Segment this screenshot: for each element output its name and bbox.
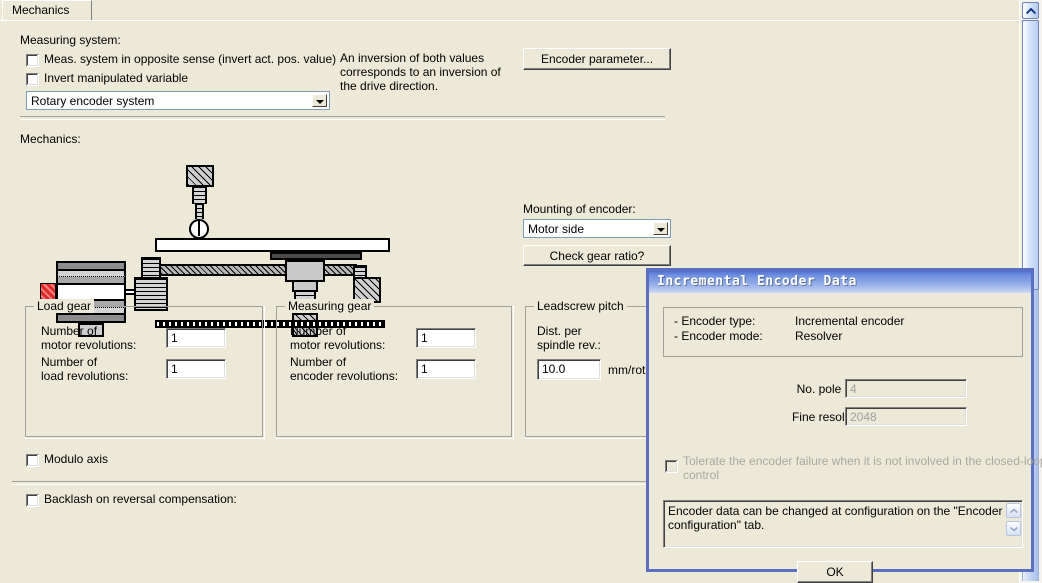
- diagram-carriage-plate: [270, 252, 362, 260]
- leadscrew-pitch-input[interactable]: 10.0: [537, 359, 601, 380]
- checkbox-backlash-compensation[interactable]: [26, 494, 39, 507]
- load-gear-motor-rev-label-line2: motor revolutions:: [41, 338, 137, 352]
- dialog-title-text: Incremental Encoder Data: [657, 274, 857, 289]
- checkbox-invert-manipulated-variable[interactable]: [26, 73, 39, 86]
- load-gear-load-rev-value: 1: [171, 362, 178, 376]
- incremental-encoder-data-dialog: Incremental Encoder Data - Encoder type:…: [646, 268, 1042, 583]
- group-load-gear: Load gear Number of motor revolutions: 1…: [25, 299, 265, 439]
- group-load-gear-title: Load gear: [34, 299, 95, 313]
- dialog-title-bar[interactable]: Incremental Encoder Data: [649, 271, 1031, 293]
- chevron-up-icon: [1026, 7, 1035, 14]
- measuring-gear-encoder-rev-input[interactable]: 1: [416, 359, 476, 379]
- check-gear-ratio-button[interactable]: Check gear ratio?: [523, 245, 671, 266]
- message-scroll-down-button[interactable]: [1006, 521, 1021, 536]
- diagram-motor-top: [56, 261, 126, 271]
- diagram-spindle-nut: [285, 260, 325, 282]
- measuring-gear-encoder-rev-value: 1: [421, 362, 428, 376]
- encoder-system-combo-value: Rotary encoder system: [31, 94, 155, 108]
- group-leadscrew-pitch-title: Leadscrew pitch: [534, 299, 627, 313]
- ok-button[interactable]: OK: [797, 561, 873, 583]
- checkbox-tolerate-encoder-failure-label-line1: Tolerate the encoder failure when it is …: [683, 454, 1042, 468]
- inversion-note: An inversion of both values corresponds …: [340, 51, 501, 93]
- load-gear-load-rev-input[interactable]: 1: [166, 359, 226, 379]
- leadscrew-pitch-unit: mm/rot: [608, 363, 646, 377]
- diagram-gear-small: [141, 257, 161, 277]
- load-gear-motor-rev-value: 1: [171, 331, 178, 345]
- checkbox-tolerate-encoder-failure: [665, 460, 678, 473]
- leadscrew-dist-label-line1: Dist. per: [537, 324, 582, 338]
- pole-pairs-input: 4: [845, 379, 967, 398]
- diagram-sensor-thread-2: [195, 204, 204, 219]
- ok-button-label: OK: [826, 565, 844, 579]
- checkbox-modulo-axis[interactable]: [26, 454, 39, 467]
- diagram-table: [155, 238, 390, 252]
- leadscrew-dist-label-line2: spindle rev.:: [537, 338, 601, 352]
- leadscrew-pitch-value: 10.0: [542, 362, 566, 376]
- checkbox-modulo-axis-label: Modulo axis: [44, 452, 109, 466]
- measuring-gear-motor-rev-label-line1: Number of: [290, 324, 347, 338]
- divider-top: [20, 116, 665, 120]
- dialog-message-line1: Encoder data can be changed at configura…: [668, 504, 1003, 518]
- tab-mechanics-label: Mechanics: [12, 3, 70, 17]
- chevron-up-icon: [1009, 508, 1018, 513]
- encoder-mode-label: - Encoder mode:: [674, 329, 763, 343]
- measuring-system-heading: Measuring system:: [20, 33, 121, 47]
- measuring-gear-encoder-rev-label-line1: Number of: [290, 355, 347, 369]
- encoder-info-box: - Encoder type: Incremental encoder - En…: [663, 307, 1023, 357]
- chevron-down-icon: [1009, 526, 1018, 531]
- message-scroll-up-button[interactable]: [1006, 503, 1021, 518]
- tab-strip: Mechanics: [0, 0, 1042, 22]
- mounting-of-encoder-label: Mounting of encoder:: [523, 202, 636, 216]
- encoder-type-label: - Encoder type:: [674, 314, 756, 328]
- load-gear-motor-rev-label-line1: Number of: [41, 324, 98, 338]
- fine-resolution-value: 2048: [850, 410, 877, 424]
- encoder-parameter-button[interactable]: Encoder parameter...: [523, 48, 671, 70]
- mounting-of-encoder-value: Motor side: [528, 222, 585, 236]
- group-measuring-gear-title: Measuring gear: [285, 299, 375, 313]
- checkbox-tolerate-encoder-failure-label-line2: control: [683, 468, 720, 482]
- dialog-message-line2: configuration" tab.: [668, 518, 765, 532]
- fine-resolution-input: 2048: [845, 407, 967, 426]
- scroll-up-button[interactable]: [1022, 2, 1039, 19]
- group-measuring-gear: Measuring gear Number of motor revolutio…: [276, 299, 514, 439]
- dialog-body: - Encoder type: Incremental encoder - En…: [649, 293, 1042, 583]
- dialog-message-box[interactable]: Encoder data can be changed at configura…: [663, 500, 1023, 548]
- diagram-sensor-head: [186, 165, 214, 187]
- checkbox-backlash-compensation-label: Backlash on reversal compensation:: [44, 492, 237, 506]
- measuring-gear-motor-rev-label-line2: motor revolutions:: [290, 338, 386, 352]
- diagram-sensor-thread-1: [192, 187, 207, 204]
- measuring-gear-motor-rev-value: 1: [421, 331, 428, 345]
- check-gear-ratio-button-label: Check gear ratio?: [549, 248, 645, 263]
- checkbox-invert-manipulated-variable-label: Invert manipulated variable: [44, 71, 189, 85]
- encoder-parameter-button-label: Encoder parameter...: [540, 52, 654, 66]
- mechanics-diagram: [40, 143, 400, 337]
- load-gear-load-rev-label-line1: Number of: [41, 355, 98, 369]
- tab-mechanics[interactable]: Mechanics: [2, 0, 80, 20]
- mounting-of-encoder-combo[interactable]: Motor side: [523, 219, 671, 238]
- application-window: Mechanics Measuring system: Meas. system…: [0, 0, 1042, 583]
- measuring-gear-motor-rev-input[interactable]: 1: [416, 328, 476, 348]
- pole-pairs-value: 4: [850, 382, 857, 396]
- checkbox-invert-measuring-sense[interactable]: [26, 54, 39, 67]
- encoder-mode-value: Resolver: [795, 329, 843, 343]
- load-gear-load-rev-label-line2: load revolutions:: [41, 369, 129, 383]
- checkbox-invert-measuring-sense-label: Meas. system in opposite sense (invert a…: [44, 52, 337, 66]
- divider-bottom: [12, 481, 665, 485]
- vertical-scrollbar-thumb[interactable]: [1022, 20, 1039, 290]
- encoder-type-value: Incremental encoder: [795, 314, 905, 328]
- diagram-sensor-tip-needle: [198, 219, 200, 236]
- load-gear-motor-rev-input[interactable]: 1: [166, 328, 226, 348]
- encoder-system-combo[interactable]: Rotary encoder system: [26, 91, 330, 110]
- chevron-down-icon[interactable]: [312, 94, 327, 107]
- measuring-gear-encoder-rev-label-line2: encoder revolutions:: [290, 369, 399, 383]
- tab-strip-filler: [73, 0, 92, 20]
- chevron-down-icon[interactable]: [653, 222, 668, 235]
